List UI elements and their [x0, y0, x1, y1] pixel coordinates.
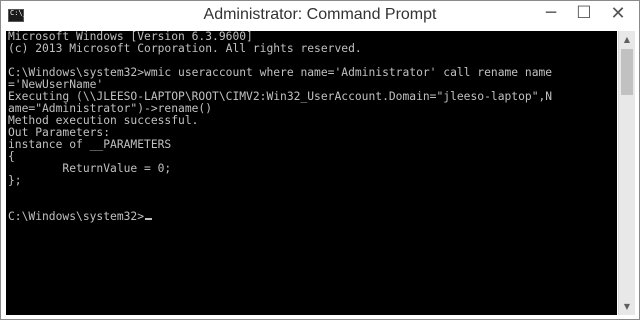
scroll-thumb[interactable]: [621, 49, 633, 95]
prompt-text: C:\Windows\system32>: [8, 210, 145, 223]
maximize-button[interactable]: ☐: [569, 3, 599, 27]
console-line: (c) 2013 Microsoft Corporation. All righ…: [8, 42, 362, 55]
console-line: ReturnValue = 0;: [8, 162, 172, 175]
prompt-line[interactable]: C:\Windows\system32>: [6, 211, 617, 223]
console-output[interactable]: Microsoft Windows [Version 6.3.9600] (c)…: [6, 31, 617, 315]
title-bar[interactable]: Administrator: Command Prompt ─ ☐ ✕: [1, 1, 639, 33]
scroll-up-arrow-icon[interactable]: ▲: [619, 31, 635, 48]
close-button[interactable]: ✕: [603, 3, 633, 27]
console-line: instance of __PARAMETERS: [8, 138, 172, 151]
text-cursor: [145, 218, 153, 220]
scroll-down-arrow-icon[interactable]: ▼: [619, 298, 635, 315]
command-prompt-window: Administrator: Command Prompt ─ ☐ ✕ Micr…: [0, 0, 640, 320]
console-line: };: [8, 174, 22, 187]
vertical-scrollbar[interactable]: ▲ ▼: [618, 31, 635, 315]
minimize-button[interactable]: ─: [536, 3, 566, 27]
